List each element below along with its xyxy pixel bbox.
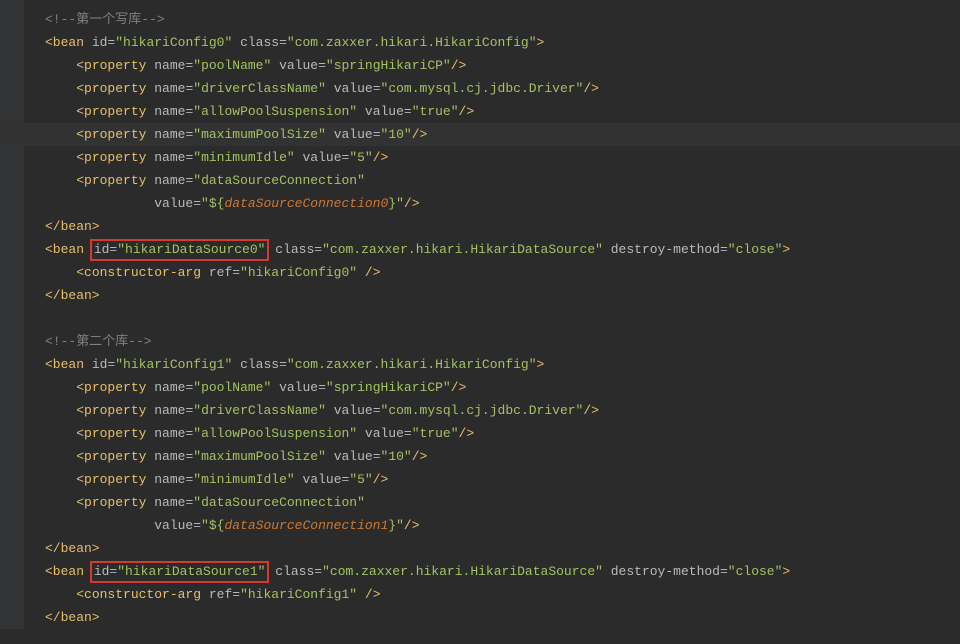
- comment: <!--第二个库-->: [45, 334, 152, 349]
- code-line: <property name="poolName" value="springH…: [0, 376, 960, 399]
- code-line: <property name="driverClassName" value="…: [0, 399, 960, 422]
- code-line: <property name="dataSourceConnection": [0, 169, 960, 192]
- code-line: <bean id="hikariConfig0" class="com.zaxx…: [0, 31, 960, 54]
- code-line: <constructor-arg ref="hikariConfig1" />: [0, 583, 960, 606]
- code-line: <constructor-arg ref="hikariConfig0" />: [0, 261, 960, 284]
- code-line: </bean>: [0, 606, 960, 629]
- code-editor[interactable]: <!--第一个写库--> <bean id="hikariConfig0" cl…: [0, 0, 960, 629]
- code-line: <!--第二个库-->: [0, 330, 960, 353]
- code-line: <bean id="hikariDataSource1" class="com.…: [0, 560, 960, 583]
- code-line: value="${dataSourceConnection1}"/>: [0, 514, 960, 537]
- code-line: <property name="poolName" value="springH…: [0, 54, 960, 77]
- comment: <!--第一个写库-->: [45, 12, 165, 27]
- highlight-box: id="hikariDataSource0": [90, 239, 270, 261]
- code-line: value="${dataSourceConnection0}"/>: [0, 192, 960, 215]
- code-line: <property name="allowPoolSuspension" val…: [0, 100, 960, 123]
- code-line: <property name="allowPoolSuspension" val…: [0, 422, 960, 445]
- highlight-box: id="hikariDataSource1": [90, 561, 270, 583]
- code-line: <property name="minimumIdle" value="5"/>: [0, 468, 960, 491]
- code-line: <property name="maximumPoolSize" value="…: [0, 445, 960, 468]
- code-line: <bean id="hikariConfig1" class="com.zaxx…: [0, 353, 960, 376]
- code-line: </bean>: [0, 284, 960, 307]
- code-line: <bean id="hikariDataSource0" class="com.…: [0, 238, 960, 261]
- code-line: <property name="dataSourceConnection": [0, 491, 960, 514]
- code-line: <!--第一个写库-->: [0, 8, 960, 31]
- code-line-highlighted: <property name="maximumPoolSize" value="…: [0, 123, 960, 146]
- code-line: </bean>: [0, 215, 960, 238]
- blank-line: [0, 307, 960, 330]
- code-line: </bean>: [0, 537, 960, 560]
- code-line: <property name="driverClassName" value="…: [0, 77, 960, 100]
- code-line: <property name="minimumIdle" value="5"/>: [0, 146, 960, 169]
